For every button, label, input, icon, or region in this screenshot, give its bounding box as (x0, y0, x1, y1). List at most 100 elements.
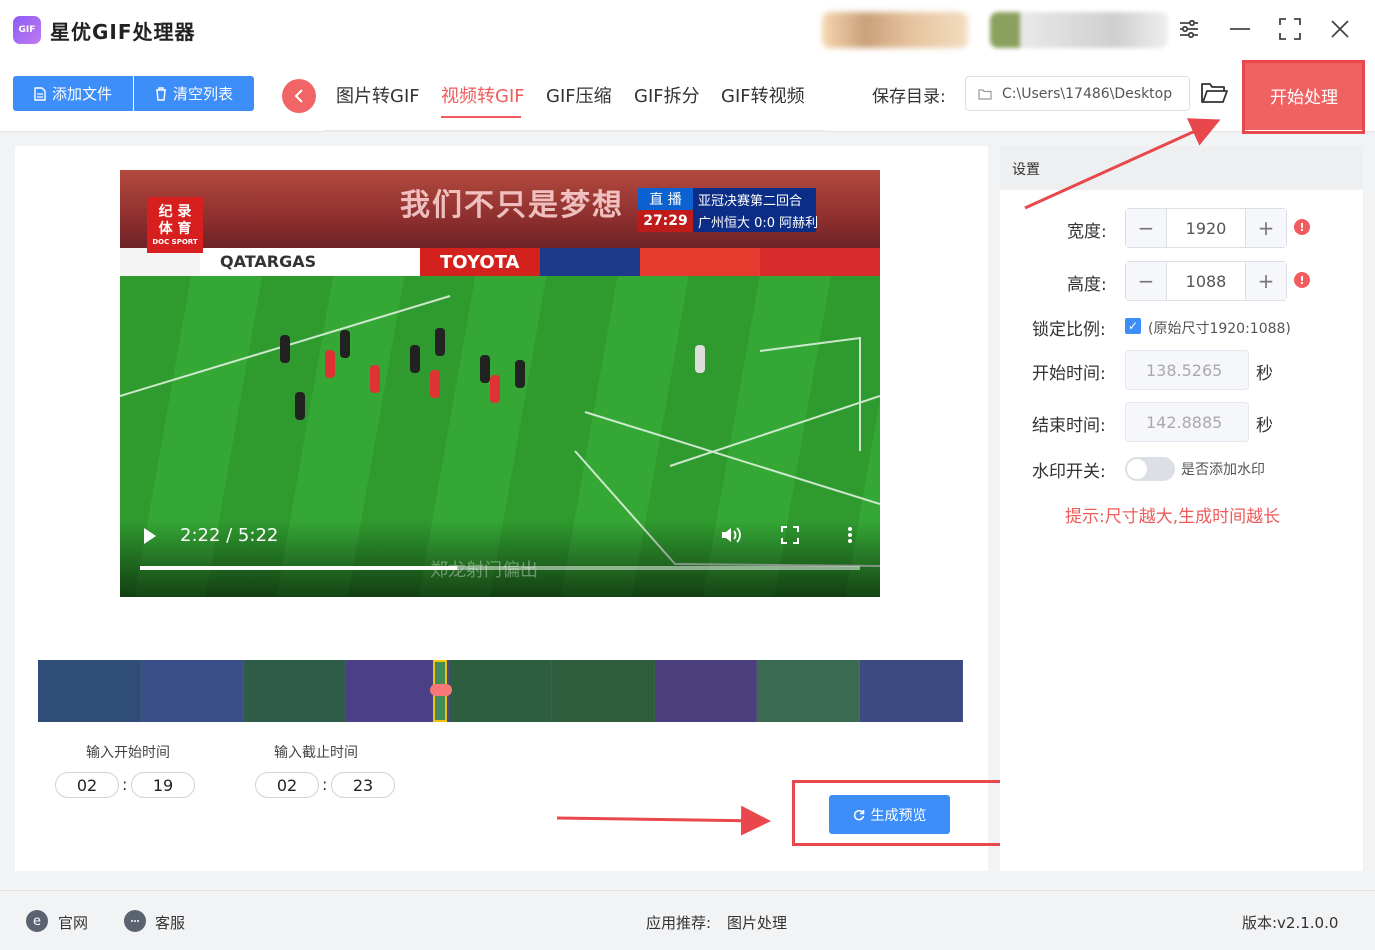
filmstrip-frame (140, 660, 244, 722)
tab-gif-to-video[interactable]: GIF转视频 (721, 82, 805, 108)
live-tag: 直 播 (638, 188, 693, 210)
width-value[interactable]: 1920 (1166, 209, 1246, 247)
filmstrip-frame (551, 660, 655, 722)
app-logo-icon: GIF (13, 16, 41, 44)
size-tip: 提示:尺寸越大,生成时间越长 (1065, 507, 1281, 527)
filmstrip-frame (654, 660, 758, 722)
player (435, 328, 445, 356)
save-dir-label: 保存目录: (872, 87, 946, 107)
support-link[interactable]: 客服 (155, 912, 185, 933)
recommend-app-link[interactable]: 图片处理 (727, 912, 787, 933)
start-time-label: 输入开始时间 (86, 745, 170, 761)
file-icon (34, 86, 46, 101)
timeline-marker-handle[interactable] (430, 684, 452, 696)
end-time-label: 输入截止时间 (274, 745, 358, 761)
video-progress-fill (140, 566, 457, 570)
settings-sliders-icon[interactable] (1174, 14, 1204, 44)
version-text: 版本:v2.1.0.0 (1242, 914, 1339, 932)
width-stepper[interactable]: − 1920 + (1125, 208, 1287, 248)
refresh-icon (853, 809, 864, 820)
player (325, 350, 335, 378)
end-minute-input[interactable]: 02 (255, 772, 319, 798)
start-time-setting-label: 开始时间: (1032, 364, 1106, 384)
sponsor-qatargas: QATARGAS (220, 252, 317, 271)
player (515, 360, 525, 388)
website-link[interactable]: 官网 (58, 912, 88, 933)
tab-bar: 图片转GIF 视频转GIF GIF压缩 GIF拆分 GIF转视频 (323, 60, 825, 132)
end-time-field[interactable]: 142.8885 (1125, 402, 1249, 442)
lock-ratio-original-size: (原始尺寸1920:1088) (1148, 321, 1291, 337)
tab-gif-compress[interactable]: GIF压缩 (546, 82, 612, 108)
start-time-colon: : (122, 775, 128, 794)
blurred-account-area[interactable] (990, 12, 1168, 48)
add-file-button[interactable]: 添加文件 (13, 76, 133, 111)
volume-icon[interactable] (720, 526, 742, 549)
width-increment-button[interactable]: + (1246, 209, 1286, 247)
width-decrement-button[interactable]: − (1126, 209, 1166, 247)
live-score-overlay: 直 播 27:29 亚冠决赛第二回合 广州恒大 0:0 阿赫利 (638, 188, 819, 232)
filmstrip-frame (449, 660, 552, 722)
more-options-icon[interactable] (847, 526, 853, 549)
end-second-input[interactable]: 23 (331, 772, 395, 798)
filmstrip-frame (38, 660, 141, 722)
start-minute-input[interactable]: 02 (55, 772, 119, 798)
start-time-unit: 秒 (1256, 364, 1273, 384)
end-time-colon: : (322, 775, 328, 794)
save-dir-input[interactable]: C:\Users\17486\Desktop (965, 76, 1190, 111)
app-title: 星优GIF处理器 (50, 20, 196, 44)
start-time-field[interactable]: 138.5265 (1125, 350, 1249, 390)
recommend-label: 应用推荐: (646, 914, 712, 932)
close-icon[interactable] (1325, 14, 1355, 44)
blurred-user-info[interactable] (822, 12, 968, 48)
save-dir-path: C:\Users\17486\Desktop (1002, 85, 1173, 102)
chevron-left-icon[interactable] (282, 79, 316, 113)
clear-list-button[interactable]: 清空列表 (134, 76, 254, 111)
player (490, 375, 500, 403)
maximize-icon[interactable] (1275, 14, 1305, 44)
player (370, 365, 380, 393)
width-label: 宽度: (1067, 222, 1107, 242)
video-banner-text: 我们不只是梦想 (400, 188, 624, 223)
folder-small-icon (978, 88, 992, 100)
sponsor-toyota: TOYOTA (440, 252, 520, 273)
height-value[interactable]: 1088 (1166, 262, 1246, 300)
live-match-time: 27:29 (638, 210, 693, 232)
trash-icon (155, 86, 166, 101)
chat-icon[interactable] (124, 910, 146, 932)
watermark-label: 水印开关: (1032, 462, 1106, 482)
watermark-toggle[interactable] (1125, 457, 1175, 481)
end-time-setting-label: 结束时间: (1032, 416, 1106, 436)
folder-open-icon[interactable] (1200, 80, 1228, 108)
add-file-label: 添加文件 (51, 85, 112, 103)
website-icon[interactable]: e (26, 910, 48, 932)
doc-sport-logo: 纪 录 体 育 DOC SPORT (147, 197, 203, 253)
height-increment-button[interactable]: + (1246, 262, 1286, 300)
start-second-input[interactable]: 19 (131, 772, 195, 798)
start-processing-button[interactable]: 开始处理 (1245, 60, 1363, 130)
watermark-toggle-knob (1127, 459, 1147, 479)
live-match-score: 广州恒大 0:0 阿赫利 (698, 216, 819, 231)
height-decrement-button[interactable]: − (1126, 262, 1166, 300)
minimize-icon[interactable] (1225, 14, 1255, 44)
video-player[interactable]: 我们不只是梦想 QATARGAS TOYOTA 纪 录 体 育 DOC SPOR… (120, 170, 880, 597)
generate-preview-button[interactable]: 生成预览 (829, 795, 950, 834)
fullscreen-icon[interactable] (781, 526, 799, 549)
end-time-unit: 秒 (1256, 416, 1273, 436)
height-stepper[interactable]: − 1088 + (1125, 261, 1287, 301)
video-time: 2:22 / 5:22 (180, 525, 279, 546)
tab-gif-split[interactable]: GIF拆分 (634, 82, 700, 108)
lock-ratio-label: 锁定比例: (1032, 320, 1106, 340)
width-warning-icon[interactable]: ! (1294, 219, 1310, 235)
player (295, 392, 305, 420)
tab-video-to-gif[interactable]: 视频转GIF (441, 82, 525, 108)
player (480, 355, 490, 383)
player (410, 345, 420, 373)
player (280, 335, 290, 363)
tab-image-to-gif[interactable]: 图片转GIF (336, 82, 420, 108)
play-icon[interactable] (144, 528, 156, 544)
video-progress-bar[interactable] (140, 566, 860, 570)
lock-ratio-checkbox[interactable]: ✓ (1125, 318, 1141, 334)
height-warning-icon[interactable]: ! (1294, 272, 1310, 288)
video-controls: 郑龙射门偏出 2:22 / 5:22 (120, 520, 880, 597)
video-filmstrip[interactable] (38, 660, 963, 722)
